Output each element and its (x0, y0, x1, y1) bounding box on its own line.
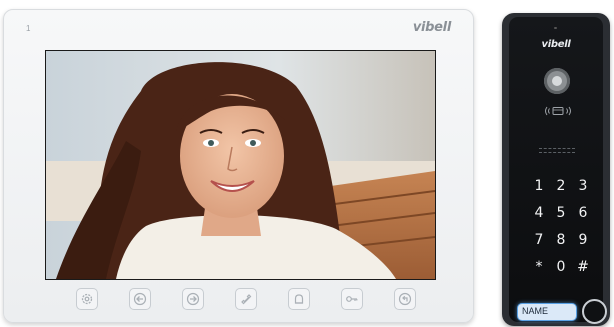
previous-button[interactable] (129, 288, 151, 310)
intercom-button[interactable] (288, 288, 310, 310)
monitor-button-row (76, 288, 416, 312)
call-button[interactable] (582, 299, 607, 324)
back-button[interactable] (394, 288, 416, 310)
key-3[interactable]: 3 (572, 177, 594, 195)
key-icon (346, 296, 358, 302)
phone-handset-icon (241, 294, 252, 305)
key-6[interactable]: 6 (572, 204, 594, 222)
key-star[interactable]: * (528, 258, 550, 276)
key-7[interactable]: 7 (528, 231, 550, 249)
key-1[interactable]: 1 (528, 177, 550, 195)
arrow-left-icon (133, 292, 147, 306)
video-intercom-monitor: 1 vibell (3, 9, 474, 323)
door-station-brand-logo: vibell (541, 39, 571, 50)
return-icon (398, 292, 412, 306)
monitor-brand-logo: vibell (412, 20, 451, 35)
gear-icon (81, 293, 93, 305)
video-feed-image (46, 51, 435, 279)
door-station-panel: vibell 1 2 3 4 5 6 7 8 9 * 0 # NAME (509, 17, 607, 324)
key-2[interactable]: 2 (550, 177, 572, 195)
key-0[interactable]: 0 (550, 258, 572, 276)
monitor-screen (45, 50, 436, 280)
key-5[interactable]: 5 (550, 204, 572, 222)
arrow-right-icon (186, 292, 200, 306)
bell-icon (294, 294, 304, 304)
talk-button[interactable] (235, 288, 257, 310)
key-4[interactable]: 4 (528, 204, 550, 222)
unlock-button[interactable] (341, 288, 363, 310)
keypad: 1 2 3 4 5 6 7 8 9 * 0 # (528, 177, 594, 276)
rfid-reader-icon (545, 106, 571, 116)
indicator-mark: 1 (26, 24, 31, 33)
key-hash[interactable]: # (572, 258, 594, 276)
next-button[interactable] (182, 288, 204, 310)
key-9[interactable]: 9 (572, 231, 594, 249)
microphone-hole (554, 27, 557, 29)
key-8[interactable]: 8 (550, 231, 572, 249)
door-station: vibell 1 2 3 4 5 6 7 8 9 * 0 # NAME (502, 13, 610, 326)
settings-button[interactable] (76, 288, 98, 310)
infrared-led-strip (539, 148, 575, 153)
camera-lens-icon (544, 68, 570, 94)
name-plate: NAME (517, 303, 577, 321)
